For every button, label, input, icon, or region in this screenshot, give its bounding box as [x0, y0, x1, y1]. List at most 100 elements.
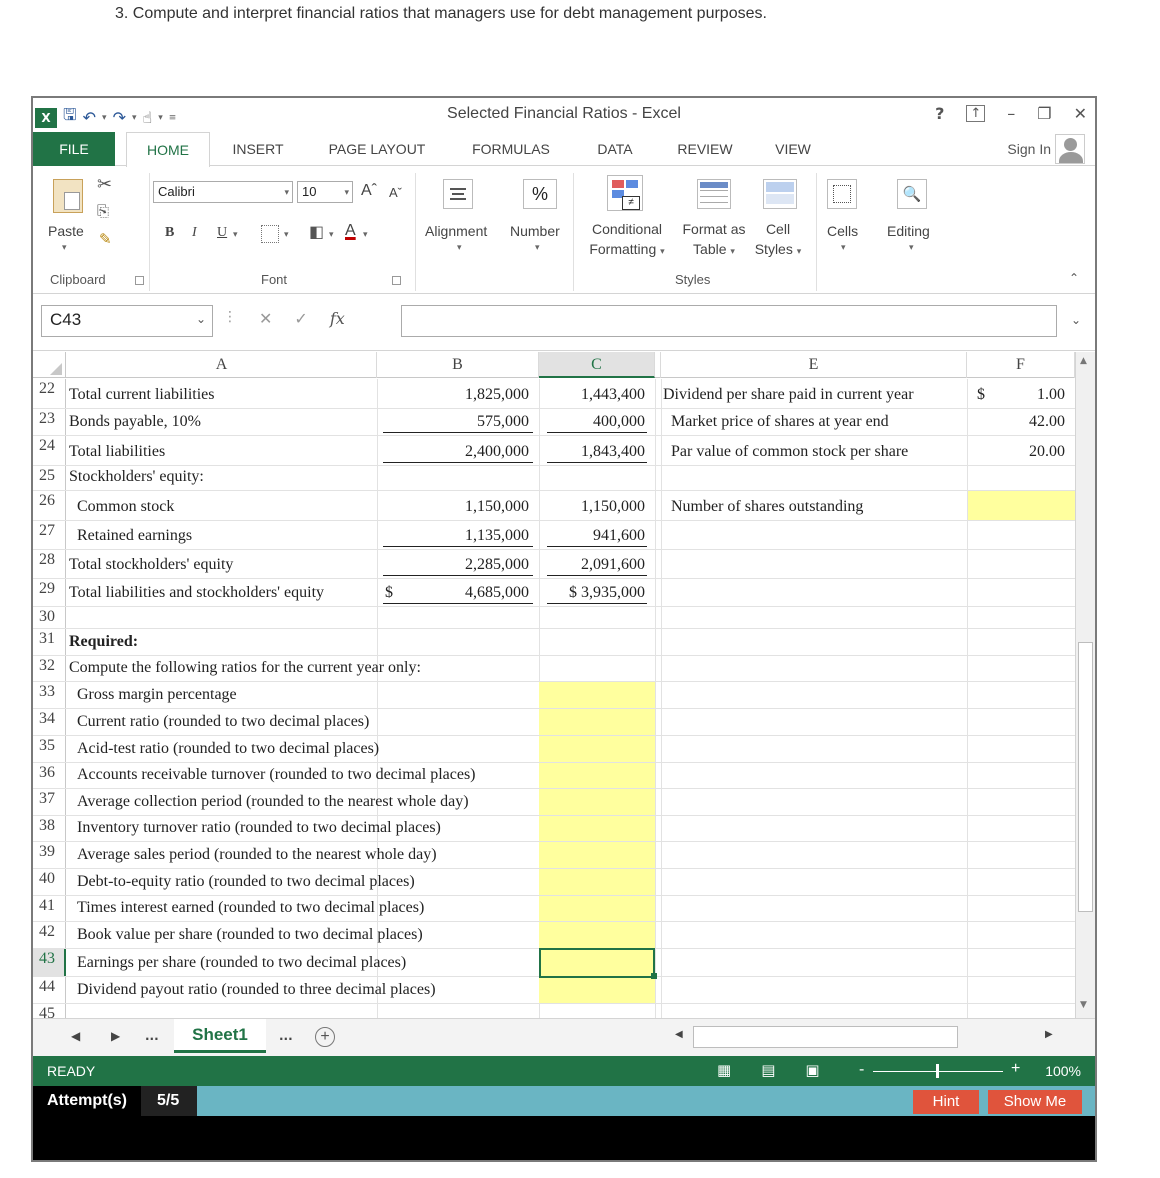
row-header[interactable]: 35 — [33, 736, 66, 762]
cell-b[interactable]: 1,150,000 — [377, 491, 539, 520]
cell-b[interactable]: 1,825,000 — [377, 379, 539, 408]
sign-in[interactable]: Sign In — [1007, 134, 1085, 164]
cell-a[interactable]: Book value per share (rounded to two dec… — [67, 922, 423, 948]
cell-a[interactable]: Acid-test ratio (rounded to two decimal … — [67, 736, 379, 762]
tab-data[interactable]: DATA — [585, 132, 645, 166]
expand-formula-bar-icon[interactable]: ⌄ — [1071, 313, 1081, 327]
row-header[interactable]: 39 — [33, 842, 66, 868]
column-header-f[interactable]: F — [967, 352, 1075, 378]
cell-f[interactable]: 20.00 — [967, 436, 1075, 465]
cell-b[interactable]: 1,135,000 — [377, 521, 539, 549]
normal-view-icon[interactable]: ▦ — [717, 1061, 731, 1079]
cell-c[interactable]: 1,443,400 — [539, 379, 655, 408]
row-header[interactable]: 22 — [33, 379, 66, 408]
sheet-tab-sheet1[interactable]: Sheet1 — [174, 1019, 266, 1053]
row-header[interactable]: 25 — [33, 466, 66, 490]
scroll-down-icon[interactable]: ▼ — [1080, 1000, 1087, 1010]
row-header[interactable]: 29 — [33, 579, 66, 606]
cell-a[interactable]: Retained earnings — [67, 521, 377, 549]
cell-a[interactable]: Average collection period (rounded to th… — [67, 789, 469, 815]
worksheet-grid[interactable]: A B C E F 22 Total current liabilities 1,8… — [33, 352, 1075, 1018]
tab-home[interactable]: HOME — [126, 132, 210, 167]
font-color-dropdown-icon[interactable]: ▾ — [363, 229, 368, 240]
cell-styles-icon[interactable] — [763, 179, 797, 209]
cell-c[interactable]: 941,600 — [539, 521, 655, 549]
row-header[interactable]: 26 — [33, 491, 66, 520]
cell-b[interactable]: 2,285,000 — [377, 550, 539, 578]
copy-icon[interactable]: ⎘ — [97, 202, 109, 220]
cell-a[interactable]: Stockholders' equity: — [67, 466, 377, 490]
row-header[interactable]: 41 — [33, 896, 66, 921]
cell-e[interactable]: Market price of shares at year end — [661, 409, 967, 435]
font-size-dropdown-icon[interactable]: ▾ — [344, 187, 349, 198]
row-header[interactable]: 27 — [33, 521, 66, 549]
cell-a[interactable]: Accounts receivable turnover (rounded to… — [67, 763, 476, 788]
avatar-icon[interactable] — [1055, 134, 1085, 164]
column-header-e[interactable]: E — [661, 352, 967, 378]
help-button[interactable]: ? — [935, 104, 944, 123]
show-me-button[interactable]: Show Me — [988, 1090, 1082, 1114]
number-format-icon[interactable]: % — [523, 179, 557, 209]
enter-icon[interactable]: ✓ — [294, 309, 307, 328]
cell-a[interactable]: Total stockholders' equity — [67, 550, 377, 578]
cell-a[interactable]: Average sales period (rounded to the nea… — [67, 842, 437, 868]
hint-button[interactable]: Hint — [913, 1090, 979, 1114]
tab-formulas[interactable]: FORMULAS — [461, 132, 561, 166]
cell-a[interactable]: Bonds payable, 10% — [67, 409, 377, 435]
zoom-out-icon[interactable]: - — [859, 1061, 864, 1079]
paste-button[interactable]: Paste — [48, 223, 84, 239]
cell-b[interactable]: 2,400,000 — [377, 436, 539, 465]
font-color-icon[interactable]: A — [345, 222, 356, 240]
row-header[interactable]: 45 — [33, 1004, 66, 1018]
font-name-select[interactable]: Calibri ▾ — [153, 181, 293, 203]
format-as-table-icon[interactable] — [697, 179, 731, 209]
format-painter-icon[interactable]: ✎ — [99, 230, 112, 248]
cell-a[interactable]: Times interest earned (rounded to two de… — [67, 896, 424, 921]
cell-a[interactable]: Debt-to-equity ratio (rounded to two dec… — [67, 869, 415, 895]
cut-icon[interactable]: ✂ — [97, 174, 112, 195]
number-button[interactable]: Number — [510, 223, 560, 239]
tab-review[interactable]: REVIEW — [669, 132, 741, 166]
bold-button[interactable]: B — [165, 225, 174, 241]
horizontal-scrollbar[interactable]: ◀ ▶ — [671, 1026, 1056, 1048]
borders-icon[interactable] — [261, 225, 279, 243]
number-dropdown-icon[interactable]: ▾ — [535, 242, 540, 253]
cell-styles-button[interactable]: Cell Styles ▾ — [745, 219, 811, 261]
cell-a[interactable]: Total liabilities — [67, 436, 377, 465]
find-icon[interactable]: 🔍 — [897, 179, 927, 209]
cell-a[interactable]: Earnings per share (rounded to two decim… — [67, 949, 406, 976]
underline-button[interactable]: U — [217, 225, 227, 241]
cell-a[interactable]: Required: — [67, 629, 377, 655]
cell-a[interactable]: Inventory turnover ratio (rounded to two… — [67, 816, 441, 841]
name-box-dropdown-icon[interactable]: ⌄ — [196, 312, 206, 326]
row-header[interactable]: 23 — [33, 409, 66, 435]
sheet-next-icon[interactable]: ▶ — [111, 1029, 120, 1043]
increase-font-icon[interactable]: Aˆ — [361, 182, 377, 200]
font-size-select[interactable]: 10 ▾ — [297, 181, 353, 203]
row-header[interactable]: 40 — [33, 869, 66, 895]
sheet-more-right[interactable]: ... — [279, 1029, 293, 1043]
conditional-formatting-button[interactable]: Conditional Formatting ▾ — [586, 219, 668, 261]
cell-e[interactable]: Par value of common stock per share — [661, 436, 967, 465]
row-header[interactable]: 44 — [33, 977, 66, 1003]
tab-page-layout[interactable]: PAGE LAYOUT — [317, 132, 437, 166]
sheet-more-left[interactable]: ... — [145, 1029, 159, 1043]
collapse-ribbon-icon[interactable]: ⌃ — [1069, 271, 1079, 285]
cell-e[interactable]: Number of shares outstanding — [661, 491, 967, 520]
conditional-formatting-icon[interactable]: ≠ — [607, 175, 643, 211]
more-options-icon[interactable]: ⋮ — [223, 309, 237, 328]
horizontal-scroll-thumb[interactable] — [693, 1026, 958, 1048]
row-header[interactable]: 31 — [33, 629, 66, 655]
insert-function-icon[interactable]: fx — [330, 309, 345, 328]
row-header[interactable]: 33 — [33, 682, 66, 708]
cell-f[interactable]: 1.00 — [967, 379, 1075, 408]
row-header[interactable]: 42 — [33, 922, 66, 948]
fill-color-dropdown-icon[interactable]: ▾ — [329, 229, 334, 240]
selected-cell-c43[interactable] — [539, 948, 655, 978]
cell-f[interactable]: 42.00 — [967, 409, 1075, 435]
vertical-scroll-thumb[interactable] — [1078, 642, 1093, 912]
row-header[interactable]: 36 — [33, 763, 66, 788]
zoom-level[interactable]: 100% — [1045, 1063, 1081, 1079]
select-all-corner[interactable] — [33, 352, 66, 378]
sign-in-label[interactable]: Sign In — [1007, 141, 1051, 157]
